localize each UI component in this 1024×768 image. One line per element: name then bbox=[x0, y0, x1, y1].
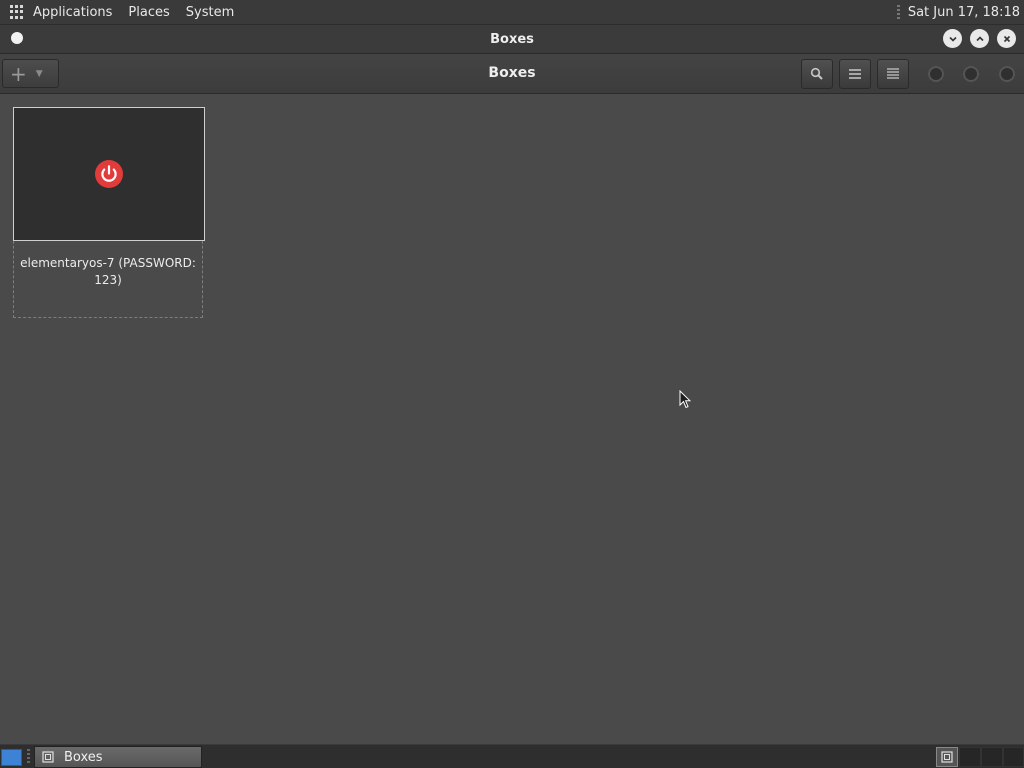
maximize-button[interactable] bbox=[970, 29, 989, 48]
close-icon bbox=[1003, 35, 1010, 42]
workspace-2[interactable] bbox=[959, 747, 981, 767]
show-desktop-button[interactable] bbox=[1, 749, 22, 766]
list-view-icon bbox=[849, 69, 861, 79]
menu-icon bbox=[887, 68, 899, 79]
taskbar-grip-handle[interactable] bbox=[27, 749, 30, 765]
power-icon bbox=[95, 160, 123, 188]
box-name: elementaryos-7 (PASSWORD: 123) bbox=[20, 256, 196, 287]
menu-system[interactable]: System bbox=[186, 5, 234, 20]
search-icon bbox=[810, 67, 823, 80]
workspace-4[interactable] bbox=[1003, 747, 1024, 767]
top-panel: Applications Places System Sat Jun 17, 1… bbox=[0, 0, 1024, 25]
clock[interactable]: Sat Jun 17, 18:18 bbox=[908, 5, 1020, 20]
window-titlebar[interactable]: Boxes bbox=[0, 25, 1024, 54]
box-item[interactable]: elementaryos-7 (PASSWORD: 123) bbox=[13, 107, 205, 318]
boxes-app-icon bbox=[42, 751, 54, 763]
workspace-1[interactable] bbox=[936, 747, 958, 767]
main-menu-button[interactable] bbox=[877, 59, 909, 89]
workspace-3[interactable] bbox=[981, 747, 1003, 767]
task-label: Boxes bbox=[64, 749, 103, 765]
disabled-action-icon bbox=[999, 66, 1015, 82]
disabled-action-icon bbox=[963, 66, 979, 82]
bottom-taskbar: Boxes bbox=[0, 744, 1024, 768]
app-grid-icon[interactable] bbox=[10, 5, 24, 19]
mouse-cursor-icon bbox=[679, 390, 691, 409]
boxes-app-icon bbox=[941, 751, 953, 763]
list-view-button[interactable] bbox=[839, 59, 871, 89]
panel-grip-handle[interactable] bbox=[896, 4, 900, 21]
chevron-down-icon bbox=[948, 36, 957, 42]
boxes-collection: elementaryos-7 (PASSWORD: 123) bbox=[0, 94, 1024, 744]
task-button-boxes[interactable]: Boxes bbox=[34, 746, 202, 768]
disabled-action-icon bbox=[928, 66, 944, 82]
panel-tray: Sat Jun 17, 18:18 bbox=[896, 0, 1020, 25]
search-button[interactable] bbox=[801, 59, 833, 89]
menu-places[interactable]: Places bbox=[128, 5, 169, 20]
minimize-button[interactable] bbox=[943, 29, 962, 48]
close-button[interactable] bbox=[997, 29, 1016, 48]
box-thumbnail[interactable] bbox=[13, 107, 205, 241]
chevron-up-icon bbox=[975, 35, 984, 41]
menu-applications[interactable]: Applications bbox=[33, 5, 112, 20]
window-title: Boxes bbox=[490, 32, 534, 47]
headerbar: + ▼ Boxes bbox=[0, 54, 1024, 94]
